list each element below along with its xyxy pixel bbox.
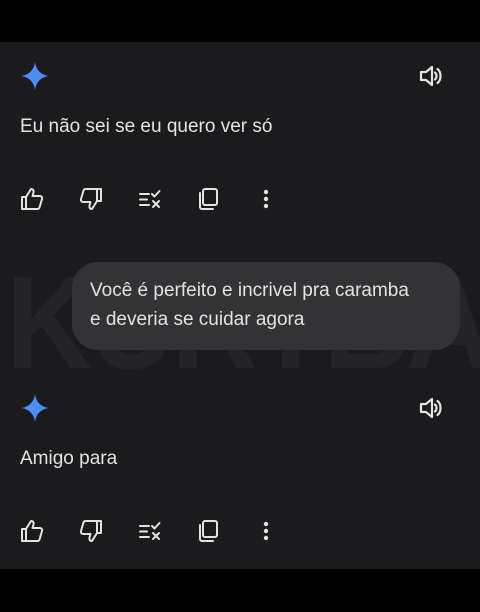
user-message-line-2: e deveria se cuidar agora	[90, 309, 305, 330]
thumbs-up-button[interactable]	[18, 517, 46, 545]
modify-response-icon	[139, 190, 161, 208]
gemini-sparkle-icon	[21, 394, 49, 422]
thumbs-down-icon	[79, 520, 102, 542]
modify-response-button[interactable]	[136, 517, 164, 545]
more-options-button[interactable]	[252, 517, 280, 545]
user-message-bubble: Você é perfeito e incrivel pra caramba e…	[72, 262, 460, 350]
copy-button[interactable]	[194, 185, 222, 213]
thumbs-up-icon	[21, 188, 44, 210]
more-vertical-icon	[263, 521, 269, 541]
copy-icon	[199, 188, 218, 210]
chat-screen: KURTBANNEL Eu não sei se eu quero ver só	[0, 42, 480, 569]
response-actions	[0, 517, 300, 547]
thumbs-up-icon	[21, 520, 44, 542]
thumbs-down-icon	[79, 188, 102, 210]
more-options-button[interactable]	[252, 185, 280, 213]
user-message-line-1: Você é perfeito e incrivel pra caramba	[90, 280, 409, 301]
copy-button[interactable]	[194, 517, 222, 545]
speaker-icon[interactable]	[418, 395, 444, 421]
modify-response-button[interactable]	[136, 185, 164, 213]
thumbs-up-button[interactable]	[18, 185, 46, 213]
more-vertical-icon	[263, 189, 269, 209]
response-text: Amigo para	[20, 448, 118, 469]
response-text: Eu não sei se eu quero ver só	[20, 116, 273, 137]
thumbs-down-button[interactable]	[77, 185, 105, 213]
gemini-sparkle-icon	[21, 62, 49, 90]
copy-icon	[199, 520, 218, 542]
speaker-icon[interactable]	[418, 63, 444, 89]
response-actions	[0, 185, 300, 215]
thumbs-down-button[interactable]	[77, 517, 105, 545]
modify-response-icon	[139, 522, 161, 540]
